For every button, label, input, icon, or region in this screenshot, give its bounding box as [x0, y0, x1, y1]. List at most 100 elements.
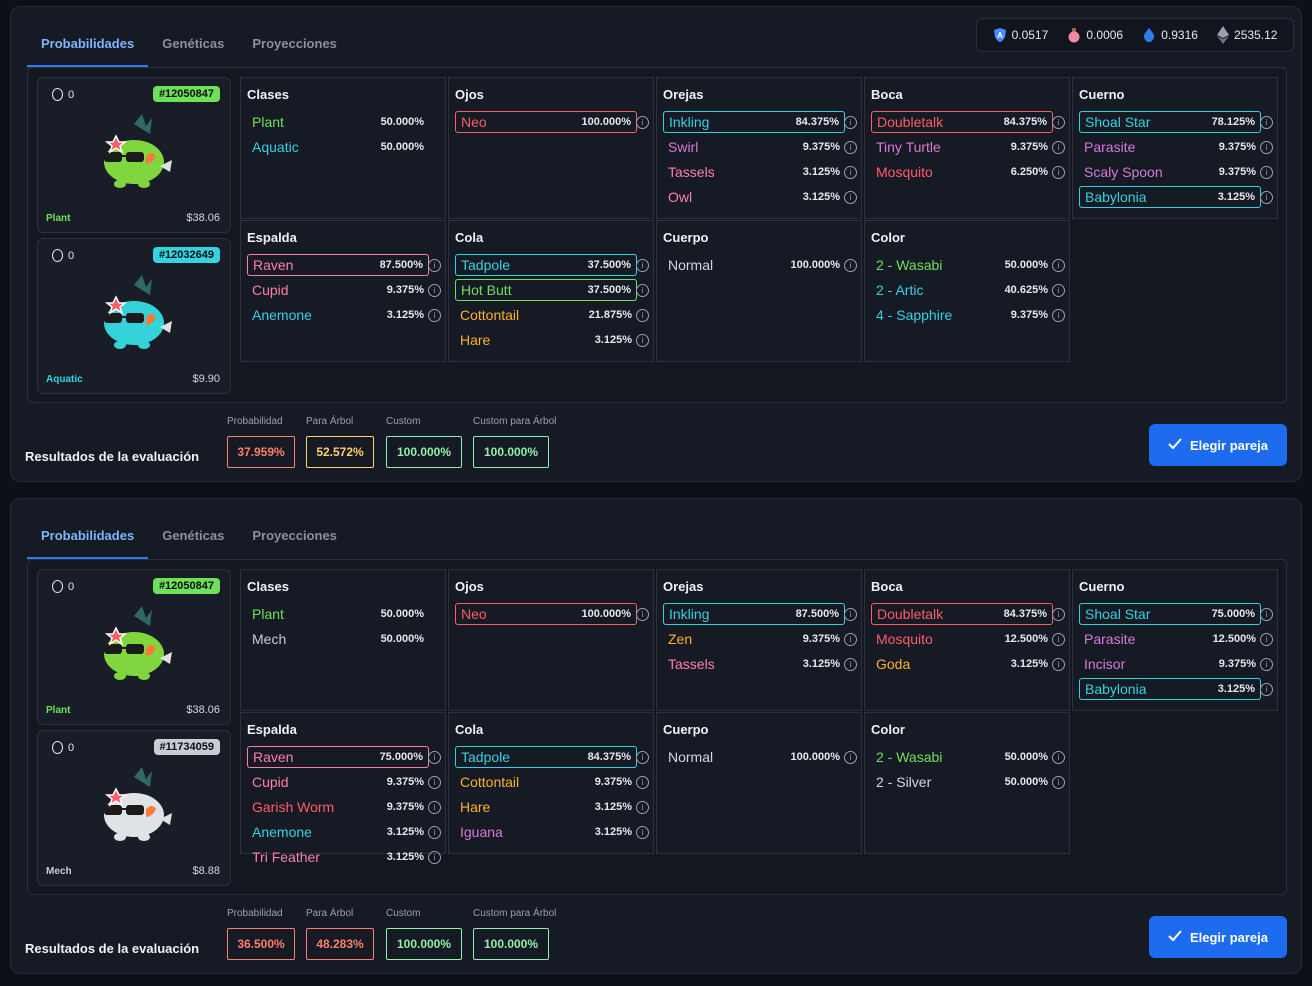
info-icon[interactable]: i — [844, 658, 857, 671]
info-icon[interactable]: i — [1052, 658, 1065, 671]
gene-row: Hare 3.125% — [455, 796, 637, 818]
tab-geneticas[interactable]: Genéticas — [148, 513, 238, 559]
part-box-espalda: Espalda Raven 87.500% i Cupid 9.375% i Anemone 3… — [240, 220, 446, 362]
info-icon[interactable]: i — [636, 826, 649, 839]
gene-row: Raven 87.500% — [247, 254, 429, 276]
info-icon[interactable]: i — [1052, 776, 1065, 789]
info-icon[interactable]: i — [1260, 658, 1273, 671]
info-icon[interactable]: i — [636, 116, 649, 129]
gene-name: Inkling — [669, 606, 710, 622]
gene-probability: 100.000% — [790, 259, 840, 271]
info-icon[interactable]: i — [636, 284, 649, 297]
info-icon[interactable]: i — [1260, 633, 1273, 646]
gene-row: Shoal Star 78.125% — [1079, 111, 1261, 133]
metric-label: Para Árbol — [306, 416, 354, 427]
choose-pair-button[interactable]: Elegir pareja — [1149, 916, 1287, 958]
info-icon[interactable]: i — [844, 633, 857, 646]
gene-row: Iguana 3.125% — [455, 821, 637, 843]
part-title: Orejas — [663, 87, 704, 102]
gene-row: Normal 100.000% — [663, 254, 845, 276]
info-icon[interactable]: i — [844, 751, 857, 764]
info-icon[interactable]: i — [1260, 191, 1273, 204]
tab-proyecciones[interactable]: Proyecciones — [238, 21, 351, 67]
breed-count-icon — [52, 249, 63, 262]
breed-count-value: 0 — [68, 580, 75, 593]
parent-axie-card[interactable]: 0 #11734059 Mech $8.88 — [37, 730, 231, 886]
info-icon[interactable]: i — [636, 259, 649, 272]
tab-geneticas[interactable]: Genéticas — [148, 21, 238, 67]
tab-proyecciones[interactable]: Proyecciones — [238, 513, 351, 559]
info-icon[interactable]: i — [844, 116, 857, 129]
info-icon[interactable]: i — [1052, 116, 1065, 129]
gene-row: Cottontail 9.375% — [455, 771, 637, 793]
gene-probability: 50.000% — [380, 116, 424, 128]
info-icon[interactable]: i — [636, 309, 649, 322]
info-icon[interactable]: i — [1260, 166, 1273, 179]
axie-id-badge[interactable]: #12050847 — [152, 578, 220, 594]
part-box-espalda: Espalda Raven 75.000% i Cupid 9.375% i Garish W… — [240, 712, 446, 865]
parent-axie-card[interactable]: 0 #12050847 Plant $38.06 — [37, 569, 231, 725]
info-icon[interactable]: i — [844, 166, 857, 179]
gene-probability: 84.375% — [587, 751, 631, 763]
axie-price: $9.90 — [192, 373, 220, 385]
info-icon[interactable]: i — [844, 259, 857, 272]
gene-row: Tiny Turtle 9.375% — [871, 136, 1053, 158]
part-title: Espalda — [247, 722, 297, 737]
part-box-ojos: Ojos Neo 100.000% i — [448, 569, 654, 711]
info-icon[interactable]: i — [636, 751, 649, 764]
axie-id-badge[interactable]: #12032649 — [152, 247, 220, 263]
info-icon[interactable]: i — [1052, 608, 1065, 621]
axie-id-badge[interactable]: #11734059 — [153, 739, 220, 755]
info-icon[interactable]: i — [428, 309, 441, 322]
token-value: 0.0517 — [1011, 28, 1049, 42]
gene-row: Mech 50.000% — [247, 628, 429, 650]
info-icon[interactable]: i — [1260, 683, 1273, 696]
breed-count: 0 — [52, 249, 74, 262]
part-box-boca: Boca Doubletalk 84.375% i Mosquito 12.500% i Go… — [864, 569, 1070, 711]
info-icon[interactable]: i — [844, 608, 857, 621]
info-icon[interactable]: i — [636, 801, 649, 814]
info-icon[interactable]: i — [1052, 259, 1065, 272]
gene-row: Inkling 87.500% — [663, 603, 845, 625]
info-icon[interactable]: i — [428, 259, 441, 272]
choose-pair-button[interactable]: Elegir pareja — [1149, 424, 1287, 466]
info-icon[interactable]: i — [1052, 633, 1065, 646]
info-icon[interactable]: i — [1260, 141, 1273, 154]
info-icon[interactable]: i — [636, 608, 649, 621]
metric-label: Probabilidad — [227, 908, 283, 919]
info-icon[interactable]: i — [1052, 141, 1065, 154]
info-icon[interactable]: i — [428, 776, 441, 789]
info-icon[interactable]: i — [428, 851, 441, 864]
tab-probabilidades[interactable]: Probabilidades — [27, 513, 149, 559]
info-icon[interactable]: i — [428, 826, 441, 839]
gene-probability: 21.875% — [588, 309, 632, 321]
gene-name: Shoal Star — [1085, 606, 1151, 622]
part-box-cuerno: Cuerno Shoal Star 75.000% i Parasite 12.500% i… — [1072, 569, 1278, 711]
axie-id-badge[interactable]: #12050847 — [152, 86, 220, 102]
info-icon[interactable]: i — [1052, 751, 1065, 764]
info-icon[interactable]: i — [636, 334, 649, 347]
info-icon[interactable]: i — [844, 141, 857, 154]
metric-label: Custom — [386, 416, 421, 427]
axie-class-label: Mech — [46, 866, 72, 877]
info-icon[interactable]: i — [636, 776, 649, 789]
info-icon[interactable]: i — [1052, 284, 1065, 297]
info-icon[interactable]: i — [1052, 166, 1065, 179]
info-icon[interactable]: i — [428, 751, 441, 764]
probabilities-content: 0 #12050847 Plant $38.06 0 #11734059 Mech $8.… — [27, 559, 1287, 895]
info-icon[interactable]: i — [844, 191, 857, 204]
info-icon[interactable]: i — [428, 801, 441, 814]
parent-axie-card[interactable]: 0 #12032649 Aquatic $9.90 — [37, 238, 231, 394]
gene-row: 2 - Artic 40.625% — [871, 279, 1053, 301]
info-icon[interactable]: i — [1052, 309, 1065, 322]
parent-axie-card[interactable]: 0 #12050847 Plant $38.06 — [37, 77, 231, 233]
gene-probability: 9.375% — [386, 284, 424, 296]
tab-probabilidades[interactable]: Probabilidades — [27, 21, 149, 67]
gene-name: Hot Butt — [461, 282, 512, 298]
info-icon[interactable]: i — [1260, 608, 1273, 621]
gene-name: 2 - Wasabi — [876, 749, 943, 765]
info-icon[interactable]: i — [428, 284, 441, 297]
info-icon[interactable]: i — [1260, 116, 1273, 129]
gene-probability: 84.375% — [795, 116, 839, 128]
gene-row: 4 - Sapphire 9.375% — [871, 304, 1053, 326]
